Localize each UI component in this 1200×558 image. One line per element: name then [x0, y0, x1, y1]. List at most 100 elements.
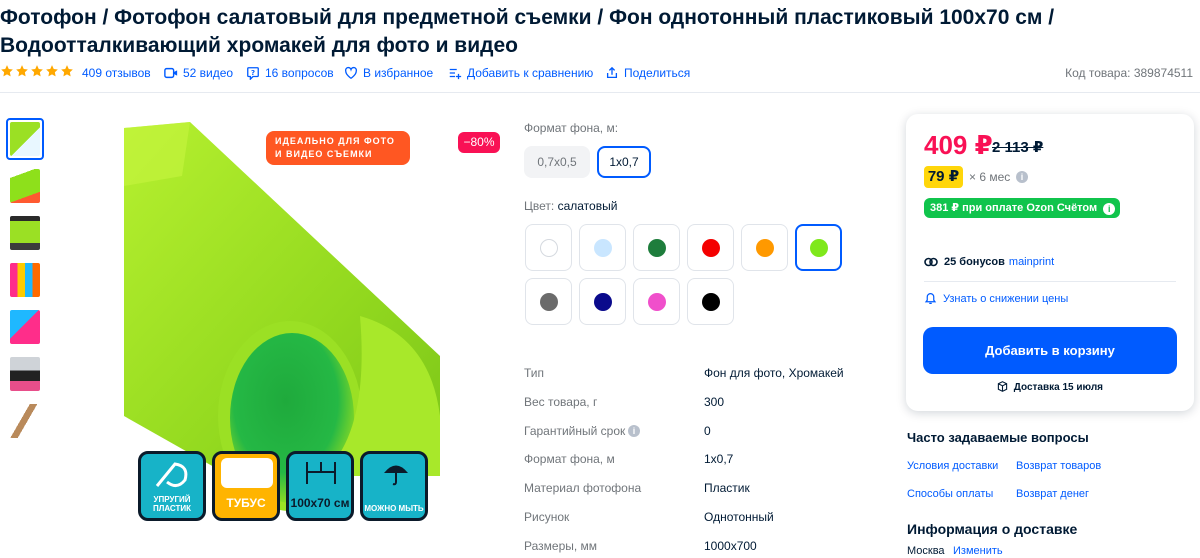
thumbnail-3[interactable]	[6, 212, 44, 254]
favorite-link[interactable]: В избранное	[344, 66, 433, 80]
star-icon	[46, 65, 58, 77]
price-drop-notify[interactable]: Узнать о снижении цены	[924, 292, 1068, 305]
favorite-label: В избранное	[363, 66, 434, 80]
thumbnail-5[interactable]	[6, 306, 44, 348]
info-icon[interactable]: i	[1016, 171, 1028, 183]
color-swatch[interactable]	[633, 224, 680, 271]
spec-key: Материал фотофона	[524, 481, 642, 496]
color-swatch[interactable]	[687, 224, 734, 271]
ruler-icon	[306, 462, 336, 484]
thumbnail-strip	[6, 118, 48, 447]
spec-value: 0	[704, 423, 711, 438]
color-swatch[interactable]	[633, 278, 680, 325]
reviews-link[interactable]: 409 отзывов	[82, 66, 151, 80]
thumbnail-1[interactable]	[6, 118, 44, 160]
header-divider	[0, 92, 1200, 93]
feature-label: 100х70 см	[290, 496, 350, 510]
format-option-0-7x0-5[interactable]: 0,7х0,5	[524, 146, 590, 178]
color-dot	[809, 238, 828, 257]
delivery-info-title: Информация о доставке	[907, 521, 1078, 537]
videos-link[interactable]: 52 видео	[164, 66, 233, 80]
svg-text:?: ?	[251, 69, 255, 77]
color-dot	[539, 292, 558, 311]
installment-term: × 6 мес	[969, 170, 1011, 184]
color-dot	[539, 238, 558, 257]
questions-link[interactable]: ? 16 вопросов	[246, 66, 334, 80]
color-dot	[755, 238, 774, 257]
spec-row: Вес товара, г 300	[524, 395, 874, 409]
format-option-1x0-7[interactable]: 1х0,7	[597, 146, 651, 178]
feature-label: УПРУГИЙ ПЛАСТИК	[152, 495, 192, 513]
product-title: Фотофон / Фотофон салатовый для предметн…	[0, 6, 1055, 57]
share-link[interactable]: Поделиться	[605, 66, 690, 80]
star-icon	[16, 65, 28, 77]
color-swatch[interactable]	[579, 278, 626, 325]
color-swatch[interactable]	[525, 278, 572, 325]
spec-row: Рисунок Однотонный	[524, 510, 874, 524]
format-label: Формат фона, м:	[524, 121, 619, 135]
color-swatch[interactable]	[525, 224, 572, 271]
delivery-label: Доставка 15 июля	[1013, 382, 1104, 393]
star-icon	[1, 65, 13, 77]
faq-title: Часто задаваемые вопросы	[907, 430, 1089, 445]
promo-badge: ИДЕАЛЬНО ДЛЯ ФОТО И ВИДЕО СЪЕМКИ	[266, 131, 410, 165]
spec-value: Фон для фото, Хромакей	[704, 366, 844, 380]
feature-tube: ТУБУС	[212, 451, 280, 521]
color-label: Цвет: салатовый	[524, 199, 617, 213]
spec-row: Формат фона, м 1х0,7	[524, 452, 874, 466]
product-meta-row: 409 отзывов 52 видео ? 16 вопросов В изб…	[0, 64, 1200, 82]
color-dot	[701, 292, 720, 311]
bonus-amount: 25 бонусов	[944, 256, 1005, 268]
rating-stars[interactable]	[0, 64, 75, 78]
spec-row: Гарантийный срок 0 i	[524, 424, 874, 438]
info-icon[interactable]: i	[628, 424, 640, 437]
questions-label: 16 вопросов	[265, 66, 334, 80]
compare-link[interactable]: Добавить к сравнению	[448, 66, 593, 80]
spec-row: Материал фотофона Пластик	[524, 481, 874, 495]
color-swatch[interactable]	[741, 224, 788, 271]
feature-label: МОЖНО МЫТЬ	[364, 504, 424, 513]
thumbnail-6[interactable]	[6, 353, 44, 395]
spec-value: Однотонный	[704, 510, 774, 524]
bonus-row: 25 бонусов mainprint	[924, 256, 1054, 268]
umbrella-icon	[384, 465, 408, 486]
feature-icons-row: УПРУГИЙ ПЛАСТИК ТУБУС 100х70 см МОЖНО МЫ…	[138, 451, 428, 521]
question-icon: ?	[247, 67, 259, 80]
seller-brand-link[interactable]: mainprint	[1009, 256, 1054, 268]
faq-link-payment-methods[interactable]: Способы оплаты	[907, 488, 993, 500]
discount-badge: −80%	[458, 132, 500, 153]
faq-link-refunds[interactable]: Возврат денег	[1016, 488, 1089, 500]
spec-value: 1х0,7	[704, 452, 734, 467]
buy-card: 409 ₽ 2 113 ₽ 79 ₽ × 6 мес i 381 ₽ при о…	[906, 114, 1194, 411]
feature-elastic-plastic: УПРУГИЙ ПЛАСТИК	[138, 451, 206, 521]
product-code: Код товара: 389874511	[1065, 66, 1193, 80]
spec-key: Рисунок	[524, 510, 570, 524]
ozon-account-offer[interactable]: 381 ₽ при оплате Ozon Счётом i	[924, 198, 1120, 218]
installment-badge[interactable]: 79 ₽	[924, 166, 963, 188]
change-city-link[interactable]: Изменить	[953, 545, 1003, 557]
color-swatch[interactable]	[579, 224, 626, 271]
spec-value: 300	[704, 394, 725, 409]
videos-label: 52 видео	[183, 66, 234, 80]
color-dot	[593, 238, 612, 257]
color-dot	[593, 292, 612, 311]
thumbnail-2[interactable]	[6, 165, 44, 207]
faq-link-delivery-terms[interactable]: Условия доставки	[907, 460, 998, 472]
tube-icon	[221, 458, 273, 488]
feature-label: ТУБУС	[226, 496, 266, 510]
promo-line-1: ИДЕАЛЬНО ДЛЯ ФОТО	[275, 136, 395, 146]
old-price: 2 113 ₽	[992, 139, 1044, 156]
delivery-date: Доставка 15 июля	[906, 381, 1194, 393]
thumbnail-4[interactable]	[6, 259, 44, 301]
color-swatch[interactable]	[687, 278, 734, 325]
faq-link-returns[interactable]: Возврат товаров	[1016, 460, 1101, 472]
add-to-cart-button[interactable]: Добавить в корзину	[923, 327, 1177, 374]
color-swatch[interactable]	[795, 224, 842, 271]
card-divider	[924, 281, 1176, 282]
bell-icon	[924, 293, 937, 304]
thumbnail-7[interactable]	[6, 400, 44, 442]
spec-row: Размеры, мм 1000х700	[524, 539, 874, 553]
compare-icon	[449, 68, 462, 80]
ozon-offer-text: 381 ₽ при оплате Ozon Счётом	[930, 202, 1098, 214]
spec-value: Пластик	[704, 481, 750, 496]
